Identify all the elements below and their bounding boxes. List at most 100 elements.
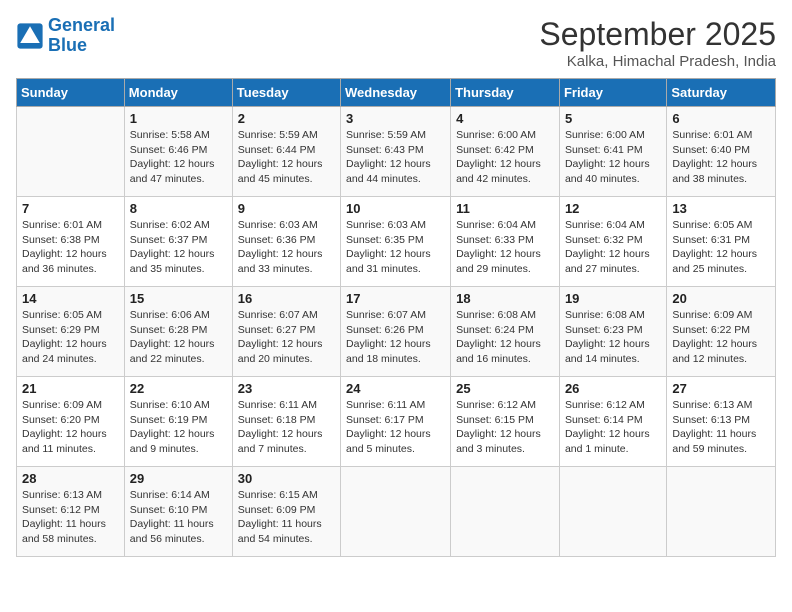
day-cell: 28 Sunrise: 6:13 AM Sunset: 6:12 PM Dayli…	[17, 467, 125, 557]
day-number: 16	[238, 291, 335, 306]
day-number: 22	[130, 381, 227, 396]
day-cell: 11 Sunrise: 6:04 AM Sunset: 6:33 PM Dayli…	[451, 197, 560, 287]
day-info: Sunrise: 6:10 AM Sunset: 6:19 PM Dayligh…	[130, 398, 227, 457]
day-info: Sunrise: 6:05 AM Sunset: 6:29 PM Dayligh…	[22, 308, 119, 367]
week-row: 7 Sunrise: 6:01 AM Sunset: 6:38 PM Daylig…	[17, 197, 776, 287]
day-info: Sunrise: 6:13 AM Sunset: 6:12 PM Dayligh…	[22, 488, 119, 547]
day-info: Sunrise: 5:58 AM Sunset: 6:46 PM Dayligh…	[130, 128, 227, 187]
day-cell	[667, 467, 776, 557]
day-info: Sunrise: 6:04 AM Sunset: 6:33 PM Dayligh…	[456, 218, 554, 277]
day-cell: 8 Sunrise: 6:02 AM Sunset: 6:37 PM Daylig…	[124, 197, 232, 287]
day-info: Sunrise: 6:00 AM Sunset: 6:41 PM Dayligh…	[565, 128, 661, 187]
week-row: 1 Sunrise: 5:58 AM Sunset: 6:46 PM Daylig…	[17, 107, 776, 197]
logo-line2: Blue	[48, 35, 87, 55]
day-cell: 6 Sunrise: 6:01 AM Sunset: 6:40 PM Daylig…	[667, 107, 776, 197]
day-info: Sunrise: 6:07 AM Sunset: 6:26 PM Dayligh…	[346, 308, 445, 367]
day-cell: 1 Sunrise: 5:58 AM Sunset: 6:46 PM Daylig…	[124, 107, 232, 197]
day-cell: 4 Sunrise: 6:00 AM Sunset: 6:42 PM Daylig…	[451, 107, 560, 197]
day-number: 29	[130, 471, 227, 486]
logo-line1: General	[48, 15, 115, 35]
day-info: Sunrise: 6:09 AM Sunset: 6:22 PM Dayligh…	[672, 308, 770, 367]
day-info: Sunrise: 6:11 AM Sunset: 6:17 PM Dayligh…	[346, 398, 445, 457]
day-number: 8	[130, 201, 227, 216]
week-row: 28 Sunrise: 6:13 AM Sunset: 6:12 PM Dayli…	[17, 467, 776, 557]
day-info: Sunrise: 6:09 AM Sunset: 6:20 PM Dayligh…	[22, 398, 119, 457]
day-cell: 19Sunrise: 6:08 AM Sunset: 6:23 PM Dayli…	[559, 287, 666, 377]
day-cell: 24 Sunrise: 6:11 AM Sunset: 6:17 PM Dayli…	[341, 377, 451, 467]
day-info: Sunrise: 6:05 AM Sunset: 6:31 PM Dayligh…	[672, 218, 770, 277]
day-number: 28	[22, 471, 119, 486]
logo-text: General Blue	[48, 16, 115, 56]
day-number: 3	[346, 111, 445, 126]
day-number: 17	[346, 291, 445, 306]
day-cell: 15 Sunrise: 6:06 AM Sunset: 6:28 PM Dayli…	[124, 287, 232, 377]
header-row: SundayMondayTuesdayWednesdayThursdayFrid…	[17, 79, 776, 107]
day-info: Sunrise: 6:13 AM Sunset: 6:13 PM Dayligh…	[672, 398, 770, 457]
day-info: Sunrise: 6:12 AM Sunset: 6:14 PM Dayligh…	[565, 398, 661, 457]
day-cell	[341, 467, 451, 557]
header-cell-wednesday: Wednesday	[341, 79, 451, 107]
week-row: 21 Sunrise: 6:09 AM Sunset: 6:20 PM Dayli…	[17, 377, 776, 467]
day-cell: 25 Sunrise: 6:12 AM Sunset: 6:15 PM Dayli…	[451, 377, 560, 467]
day-cell	[17, 107, 125, 197]
day-info: Sunrise: 6:14 AM Sunset: 6:10 PM Dayligh…	[130, 488, 227, 547]
logo-icon	[16, 22, 44, 50]
day-cell: 16Sunrise: 6:07 AM Sunset: 6:27 PM Dayli…	[232, 287, 340, 377]
day-number: 6	[672, 111, 770, 126]
calendar-header: SundayMondayTuesdayWednesdayThursdayFrid…	[17, 79, 776, 107]
day-number: 23	[238, 381, 335, 396]
day-info: Sunrise: 6:15 AM Sunset: 6:09 PM Dayligh…	[238, 488, 335, 547]
location-subtitle: Kalka, Himachal Pradesh, India	[539, 53, 776, 70]
day-cell	[559, 467, 666, 557]
day-cell: 2Sunrise: 5:59 AM Sunset: 6:44 PM Daylig…	[232, 107, 340, 197]
header-cell-sunday: Sunday	[17, 79, 125, 107]
day-cell: 3 Sunrise: 5:59 AM Sunset: 6:43 PM Daylig…	[341, 107, 451, 197]
header-cell-saturday: Saturday	[667, 79, 776, 107]
day-info: Sunrise: 6:08 AM Sunset: 6:24 PM Dayligh…	[456, 308, 554, 367]
day-number: 24	[346, 381, 445, 396]
day-info: Sunrise: 6:06 AM Sunset: 6:28 PM Dayligh…	[130, 308, 227, 367]
day-number: 11	[456, 201, 554, 216]
day-info: Sunrise: 6:02 AM Sunset: 6:37 PM Dayligh…	[130, 218, 227, 277]
day-number: 2	[238, 111, 335, 126]
calendar-body: 1 Sunrise: 5:58 AM Sunset: 6:46 PM Daylig…	[17, 107, 776, 557]
day-info: Sunrise: 5:59 AM Sunset: 6:43 PM Dayligh…	[346, 128, 445, 187]
header-cell-tuesday: Tuesday	[232, 79, 340, 107]
day-info: Sunrise: 6:01 AM Sunset: 6:40 PM Dayligh…	[672, 128, 770, 187]
day-info: Sunrise: 6:03 AM Sunset: 6:36 PM Dayligh…	[238, 218, 335, 277]
day-number: 19	[565, 291, 661, 306]
day-number: 1	[130, 111, 227, 126]
day-cell: 23Sunrise: 6:11 AM Sunset: 6:18 PM Dayli…	[232, 377, 340, 467]
day-number: 21	[22, 381, 119, 396]
day-info: Sunrise: 6:12 AM Sunset: 6:15 PM Dayligh…	[456, 398, 554, 457]
day-cell: 10Sunrise: 6:03 AM Sunset: 6:35 PM Dayli…	[341, 197, 451, 287]
day-cell: 26Sunrise: 6:12 AM Sunset: 6:14 PM Dayli…	[559, 377, 666, 467]
day-cell: 5Sunrise: 6:00 AM Sunset: 6:41 PM Daylig…	[559, 107, 666, 197]
day-cell: 9Sunrise: 6:03 AM Sunset: 6:36 PM Daylig…	[232, 197, 340, 287]
day-cell: 21 Sunrise: 6:09 AM Sunset: 6:20 PM Dayli…	[17, 377, 125, 467]
day-cell: 7 Sunrise: 6:01 AM Sunset: 6:38 PM Daylig…	[17, 197, 125, 287]
day-number: 7	[22, 201, 119, 216]
day-cell	[451, 467, 560, 557]
day-number: 10	[346, 201, 445, 216]
day-number: 15	[130, 291, 227, 306]
day-number: 25	[456, 381, 554, 396]
day-cell: 12Sunrise: 6:04 AM Sunset: 6:32 PM Dayli…	[559, 197, 666, 287]
day-info: Sunrise: 6:00 AM Sunset: 6:42 PM Dayligh…	[456, 128, 554, 187]
day-number: 4	[456, 111, 554, 126]
month-title: September 2025	[539, 16, 776, 53]
day-number: 18	[456, 291, 554, 306]
day-info: Sunrise: 6:01 AM Sunset: 6:38 PM Dayligh…	[22, 218, 119, 277]
day-cell: 14Sunrise: 6:05 AM Sunset: 6:29 PM Dayli…	[17, 287, 125, 377]
day-cell: 13Sunrise: 6:05 AM Sunset: 6:31 PM Dayli…	[667, 197, 776, 287]
calendar-table: SundayMondayTuesdayWednesdayThursdayFrid…	[16, 78, 776, 557]
day-cell: 29 Sunrise: 6:14 AM Sunset: 6:10 PM Dayli…	[124, 467, 232, 557]
title-block: September 2025 Kalka, Himachal Pradesh, …	[539, 16, 776, 70]
day-cell: 30Sunrise: 6:15 AM Sunset: 6:09 PM Dayli…	[232, 467, 340, 557]
header-cell-thursday: Thursday	[451, 79, 560, 107]
day-cell: 17 Sunrise: 6:07 AM Sunset: 6:26 PM Dayli…	[341, 287, 451, 377]
header-cell-monday: Monday	[124, 79, 232, 107]
day-info: Sunrise: 6:04 AM Sunset: 6:32 PM Dayligh…	[565, 218, 661, 277]
day-cell: 18 Sunrise: 6:08 AM Sunset: 6:24 PM Dayli…	[451, 287, 560, 377]
day-number: 27	[672, 381, 770, 396]
